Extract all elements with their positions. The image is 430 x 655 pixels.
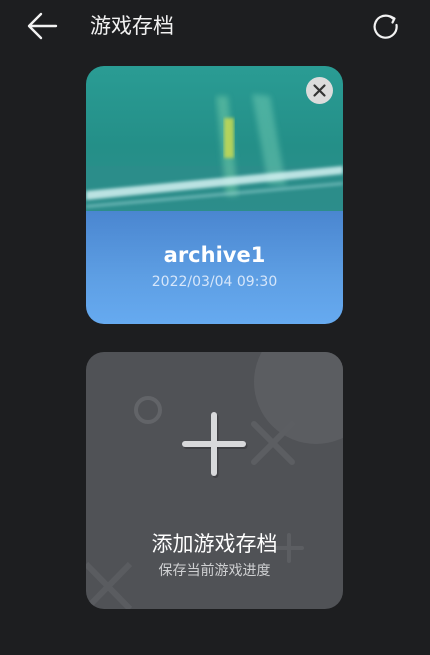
- refresh-button[interactable]: [370, 11, 402, 43]
- top-bar: 游戏存档: [0, 0, 430, 54]
- add-save-subtitle: 保存当前游戏进度: [158, 563, 271, 579]
- add-save-card[interactable]: 添加游戏存档 保存当前游戏进度: [86, 352, 343, 609]
- back-button[interactable]: [24, 10, 60, 42]
- save-timestamp: 2022/03/04 09:30: [151, 274, 278, 290]
- close-icon: [313, 84, 326, 97]
- save-thumbnail: [86, 66, 343, 211]
- page-title: 游戏存档: [90, 14, 174, 38]
- save-info-panel: archive1 2022/03/04 09:30: [86, 211, 343, 324]
- arrow-left-icon: [27, 12, 58, 40]
- save-name: archive1: [163, 243, 266, 267]
- refresh-icon: [373, 14, 398, 39]
- plus-icon: [182, 412, 248, 478]
- delete-save-button[interactable]: [306, 77, 333, 104]
- add-save-title: 添加游戏存档: [151, 532, 278, 556]
- save-slot-card[interactable]: archive1 2022/03/04 09:30: [86, 66, 343, 324]
